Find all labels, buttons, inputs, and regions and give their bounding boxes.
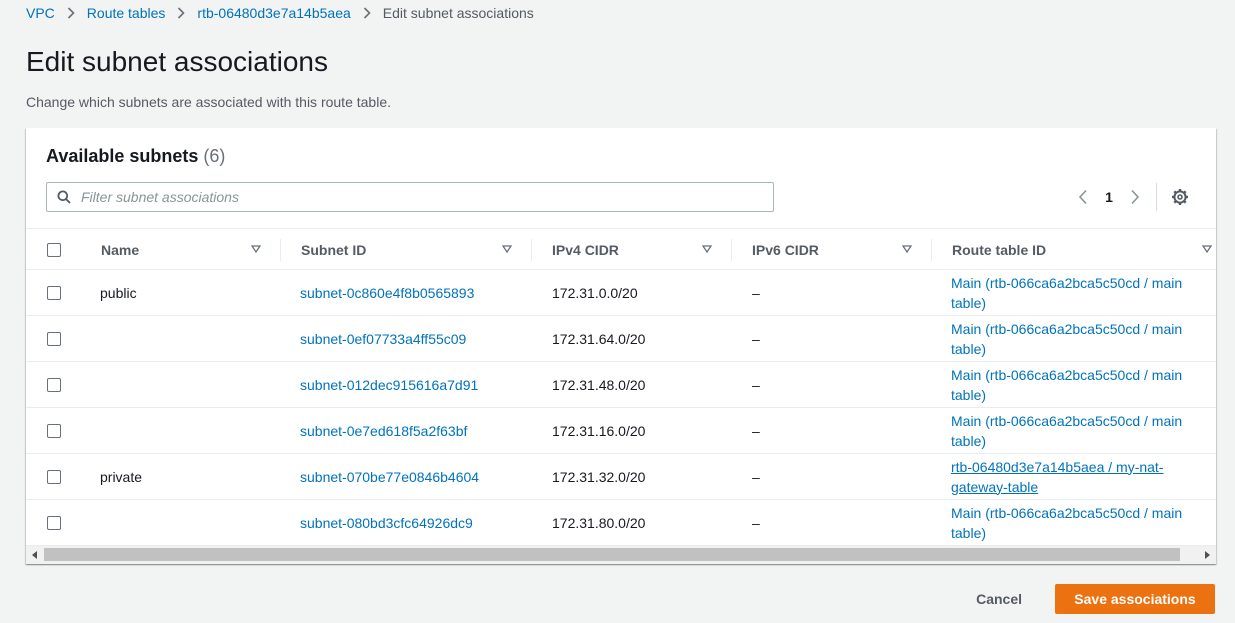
subnet-id-link[interactable]: subnet-070be77e0846b4604 [300,454,479,499]
route-table-link[interactable]: Main (rtb-066ca6a2bca5c50cd / main table… [951,408,1201,453]
table-row[interactable]: subnet-0ef07733a4ff55c09 172.31.64.0/20 – M… [26,316,1216,362]
ipv4-cidr: 172.31.32.0/20 [552,468,646,485]
save-associations-button[interactable]: Save associations [1055,584,1215,614]
page-title: Edit subnet associations [26,46,328,77]
ipv6-cidr: – [752,514,760,531]
panel-title: Available subnets (6) [46,146,225,167]
available-subnets-panel: Available subnets (6) 1 Name [26,128,1216,564]
pager-divider [1156,183,1157,211]
filter-box [46,182,774,212]
page-description: Change which subnets are associated with… [26,94,391,110]
ipv4-cidr: 172.31.80.0/20 [552,514,646,531]
sort-caret-icon [251,245,261,253]
horizontal-scrollbar[interactable] [26,546,1216,564]
column-label: Name [101,241,140,258]
chevron-right-icon [363,7,371,19]
column-separator [531,239,532,261]
subnet-name: private [100,468,143,485]
column-separator [280,239,281,261]
scroll-left-arrow-icon[interactable] [26,546,44,564]
table-row[interactable]: subnet-080bd3cfc64926dc9 172.31.80.0/20 – M… [26,500,1216,546]
column-header-name[interactable]: Name [101,229,139,270]
subnet-id-link[interactable]: subnet-0e7ed618f5a2f63bf [300,408,467,453]
cancel-button[interactable]: Cancel [956,584,1042,614]
gear-icon [1172,189,1188,205]
table-row[interactable]: subnet-012dec915616a7d91 172.31.48.0/20 – M… [26,362,1216,408]
preferences-button[interactable] [1169,186,1191,208]
ipv6-cidr: – [752,422,760,439]
column-label: IPv4 CIDR [552,241,619,258]
column-separator [731,239,732,261]
subnet-name: public [100,284,137,301]
ipv6-cidr: – [752,284,760,301]
breadcrumb-route-tables[interactable]: Route tables [87,5,166,21]
subnet-id-link[interactable]: subnet-012dec915616a7d91 [300,362,478,407]
ipv6-cidr: – [752,330,760,347]
form-actions: Cancel Save associations [956,584,1215,614]
ipv4-cidr: 172.31.0.0/20 [552,284,638,301]
subnets-table: Name Subnet ID IPv4 CIDR IPv6 CIDR Route… [26,228,1216,546]
sort-caret-icon [1202,245,1212,253]
breadcrumb-vpc[interactable]: VPC [26,5,55,21]
row-checkbox[interactable] [47,378,61,392]
table-row[interactable]: private subnet-070be77e0846b4604 172.31.32… [26,454,1216,500]
panel-title-text: Available subnets [46,146,199,166]
column-header-route-table-id[interactable]: Route table ID [952,229,1046,270]
route-table-link[interactable]: Main (rtb-066ca6a2bca5c50cd / main table… [951,270,1201,315]
ipv6-cidr: – [752,468,760,485]
filter-input[interactable] [81,189,761,205]
ipv4-cidr: 172.31.48.0/20 [552,376,646,393]
subnet-id-link[interactable]: subnet-0ef07733a4ff55c09 [300,316,466,361]
pagination: 1 [1070,183,1191,211]
column-label: Route table ID [952,241,1047,258]
route-table-link[interactable]: rtb-06480d3e7a14b5aea / my-nat-gateway-t… [951,454,1201,499]
route-table-link[interactable]: Main (rtb-066ca6a2bca5c50cd / main table… [951,316,1201,361]
previous-page-button[interactable] [1070,186,1096,208]
scrollbar-thumb[interactable] [44,548,1180,561]
sort-caret-icon [702,245,712,253]
subnet-id-link[interactable]: subnet-080bd3cfc64926dc9 [300,500,473,545]
subnet-id-link[interactable]: subnet-0c860e4f8b0565893 [300,270,474,315]
chevron-left-icon [1078,189,1087,205]
table-row[interactable]: public subnet-0c860e4f8b0565893 172.31.0.0… [26,270,1216,316]
row-checkbox[interactable] [47,424,61,438]
column-label: IPv6 CIDR [752,241,819,258]
chevron-right-icon [177,7,186,19]
route-table-link[interactable]: Main (rtb-066ca6a2bca5c50cd / main table… [951,362,1201,407]
breadcrumb: VPC Route tables rtb-06480d3e7a14b5aea E… [26,4,534,22]
row-checkbox[interactable] [47,286,61,300]
column-separator [931,239,932,261]
row-checkbox[interactable] [47,332,61,346]
page-number[interactable]: 1 [1096,189,1122,205]
subnet-count: (6) [203,146,226,166]
scroll-right-arrow-icon[interactable] [1198,546,1216,564]
sort-caret-icon [502,245,512,253]
breadcrumb-current: Edit subnet associations [382,5,534,21]
route-table-link[interactable]: Main (rtb-066ca6a2bca5c50cd / main table… [951,500,1201,545]
column-header-subnet-id[interactable]: Subnet ID [301,229,366,270]
column-header-ipv4-cidr[interactable]: IPv4 CIDR [552,229,619,270]
ipv4-cidr: 172.31.64.0/20 [552,330,646,347]
search-icon [47,190,81,204]
breadcrumb-route-table-id[interactable]: rtb-06480d3e7a14b5aea [197,5,350,21]
column-header-ipv6-cidr[interactable]: IPv6 CIDR [752,229,819,270]
table-header: Name Subnet ID IPv4 CIDR IPv6 CIDR Route… [26,228,1216,270]
table-row[interactable]: subnet-0e7ed618f5a2f63bf 172.31.16.0/20 – M… [26,408,1216,454]
ipv4-cidr: 172.31.16.0/20 [552,422,646,439]
sort-caret-icon [902,245,912,253]
table-body: public subnet-0c860e4f8b0565893 172.31.0.0… [26,270,1216,546]
row-checkbox[interactable] [47,516,61,530]
next-page-button[interactable] [1122,186,1148,208]
chevron-right-icon [1131,189,1140,205]
row-checkbox[interactable] [47,470,61,484]
select-all-checkbox[interactable] [47,243,61,257]
column-label: Subnet ID [301,241,367,258]
ipv6-cidr: – [752,376,760,393]
chevron-right-icon [67,7,75,19]
